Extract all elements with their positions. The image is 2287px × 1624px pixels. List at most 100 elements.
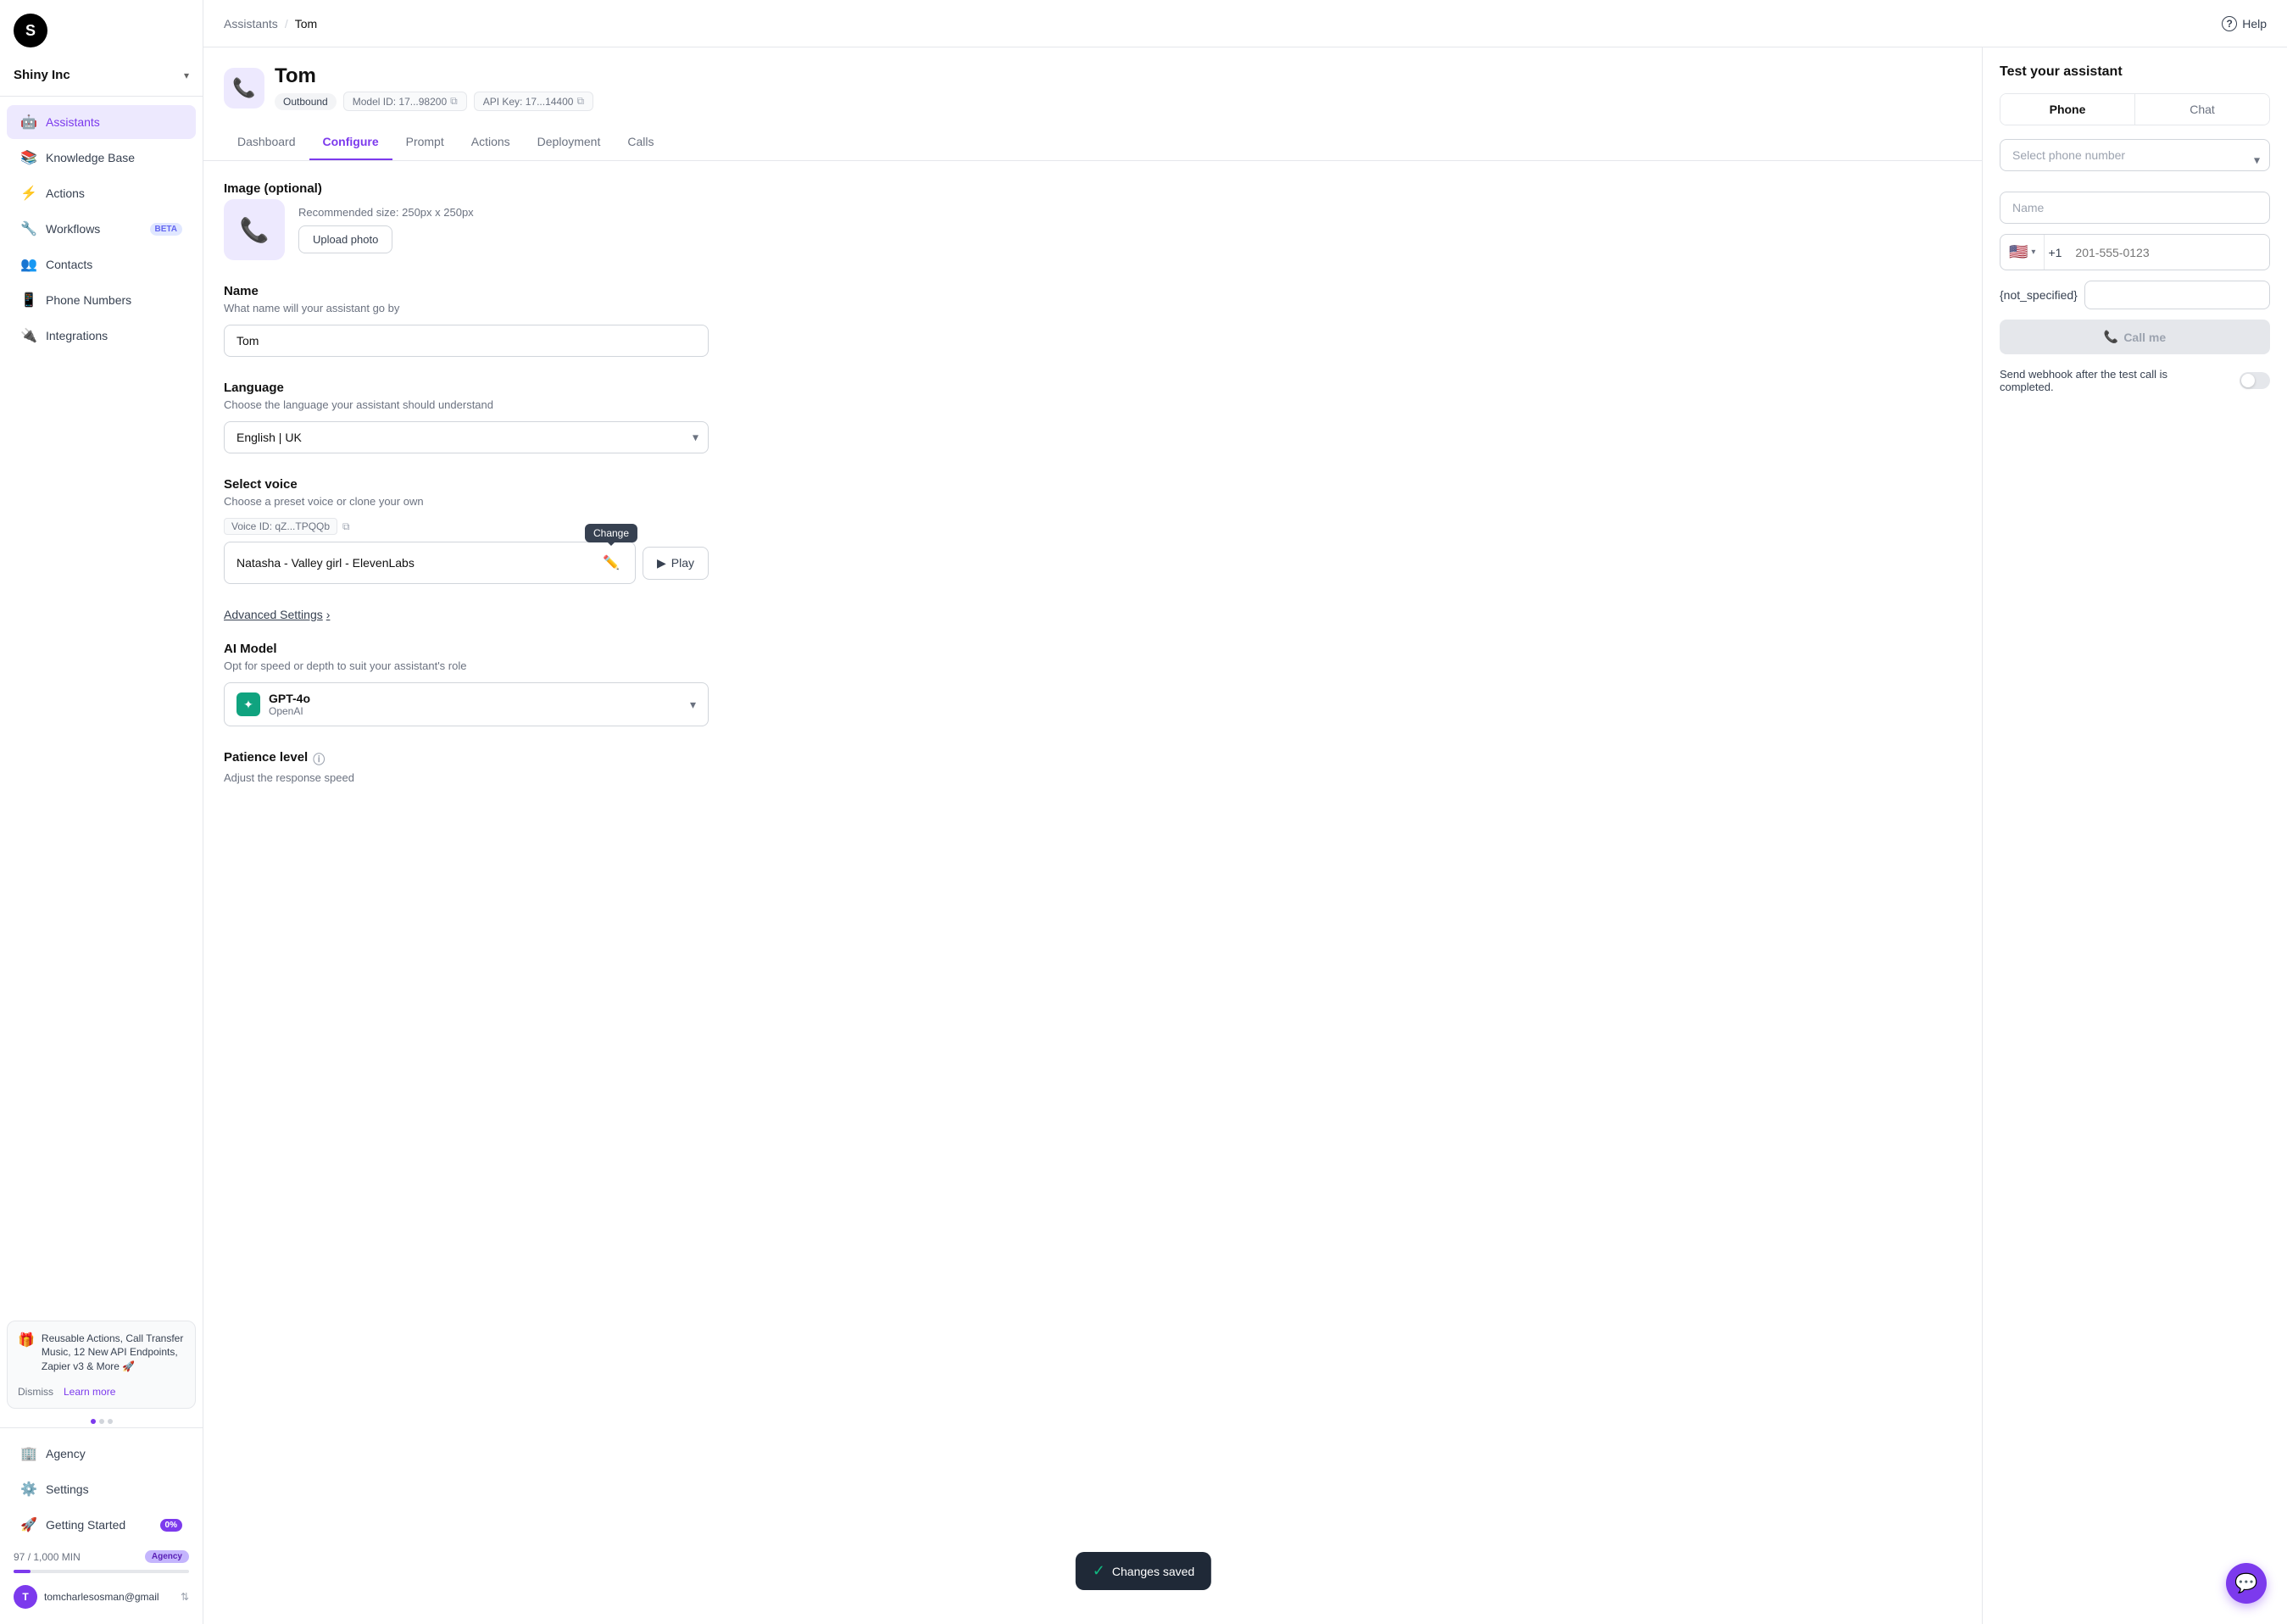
chat-bubble-button[interactable]: 💬 [2226, 1563, 2267, 1604]
sidebar-item-assistants[interactable]: 🤖 Assistants [7, 105, 196, 139]
tab-configure[interactable]: Configure [309, 125, 392, 160]
sidebar-item-label: Actions [46, 186, 85, 200]
promo-gift-icon: 🎁 [18, 1332, 35, 1349]
org-selector[interactable]: Shiny Inc ▾ [0, 61, 203, 97]
help-label: Help [2242, 17, 2267, 31]
phone-number-select[interactable]: Select phone number [2000, 139, 2270, 171]
sidebar-item-actions[interactable]: ⚡ Actions [7, 176, 196, 210]
sidebar-item-label: Knowledge Base [46, 151, 135, 164]
tabs: Dashboard Configure Prompt Actions Deplo… [224, 125, 1961, 160]
play-voice-button[interactable]: ▶ Play [643, 547, 709, 580]
sidebar-item-integrations[interactable]: 🔌 Integrations [7, 319, 196, 353]
sidebar-item-label: Getting Started [46, 1518, 125, 1532]
sidebar-item-label: Phone Numbers [46, 293, 131, 307]
ai-model-selector[interactable]: ✦ GPT-4o OpenAI ▾ [224, 682, 709, 726]
phone-number-row: 🇺🇸 ▾ +1 [2000, 234, 2270, 270]
tab-calls[interactable]: Calls [614, 125, 667, 160]
name-desc: What name will your assistant go by [224, 302, 709, 314]
assistant-info: Tom Outbound Model ID: 17...98200 ⧉ API … [275, 64, 593, 111]
image-upload-area: 📞 Recommended size: 250px x 250px Upload… [224, 199, 709, 260]
assistant-panel: 📞 Tom Outbound Model ID: 17...98200 ⧉ AP… [203, 47, 1982, 1624]
toast-check-icon: ✓ [1093, 1562, 1105, 1580]
phone-number-input[interactable] [2065, 237, 2269, 268]
sidebar-item-settings[interactable]: ⚙️ Settings [7, 1472, 196, 1506]
change-voice-button[interactable]: ✏️ [599, 551, 623, 575]
usage-row: 97 / 1,000 MIN Agency [0, 1543, 203, 1570]
tab-prompt[interactable]: Prompt [392, 125, 458, 160]
getting-started-icon: 🚀 [20, 1516, 37, 1533]
webhook-toggle[interactable] [2240, 372, 2270, 389]
ai-model-sub: OpenAI [269, 705, 310, 717]
phone-flag-selector[interactable]: 🇺🇸 ▾ [2000, 235, 2045, 270]
right-panel-title: Test your assistant [2000, 64, 2270, 80]
beta-badge: BETA [150, 223, 182, 236]
tab-dashboard[interactable]: Dashboard [224, 125, 309, 160]
sidebar-item-label: Agency [46, 1447, 86, 1460]
toast-message: Changes saved [1112, 1565, 1194, 1578]
voice-id-value: Voice ID: qZ...TPQQb [224, 518, 337, 535]
dot-1 [91, 1419, 96, 1424]
caller-name-input[interactable] [2000, 192, 2270, 224]
sidebar-item-label: Integrations [46, 329, 108, 342]
breadcrumb: Assistants / Tom [224, 17, 317, 31]
copy-voice-id-icon[interactable]: ⧉ [342, 520, 350, 533]
sidebar-item-workflows[interactable]: 🔧 Workflows BETA [7, 212, 196, 246]
copy-api-key-icon[interactable]: ⧉ [576, 95, 584, 108]
ai-model-title: AI Model [224, 642, 709, 656]
right-panel: Test your assistant Phone Chat Select ph… [1982, 47, 2287, 1624]
sidebar-item-getting-started[interactable]: 🚀 Getting Started 0% [7, 1508, 196, 1542]
sidebar-item-agency[interactable]: 🏢 Agency [7, 1437, 196, 1471]
voice-name-text: Natasha - Valley girl - ElevenLabs [236, 556, 415, 570]
ai-model-desc: Opt for speed or depth to suit your assi… [224, 659, 709, 672]
copy-model-id-icon[interactable]: ⧉ [450, 95, 458, 108]
tab-deployment[interactable]: Deployment [524, 125, 615, 160]
name-input[interactable] [224, 325, 709, 357]
phone-number-select-wrapper: Select phone number ▾ [2000, 139, 2270, 181]
promo-dismiss-btn[interactable]: Dismiss [18, 1386, 53, 1398]
sidebar-item-contacts[interactable]: 👥 Contacts [7, 247, 196, 281]
language-select[interactable]: English | UK [224, 421, 709, 453]
chevron-down-icon: ▾ [184, 70, 189, 81]
model-id-text: Model ID: 17...98200 [353, 96, 447, 108]
breadcrumb-separator: / [285, 17, 288, 31]
ai-model-chevron-icon: ▾ [690, 698, 696, 712]
breadcrumb-root[interactable]: Assistants [224, 17, 278, 31]
help-button[interactable]: ? Help [2222, 16, 2267, 31]
main-area: Assistants / Tom ? Help 📞 Tom Outbound [203, 0, 2287, 1624]
user-email: tomcharlesosman@gmail [44, 1591, 159, 1603]
patience-info-icon[interactable]: ⓘ [313, 751, 325, 768]
toast-notification: ✓ Changes saved [1076, 1552, 1211, 1590]
tab-actions[interactable]: Actions [458, 125, 524, 160]
flag-chevron-icon: ▾ [2031, 247, 2035, 257]
change-btn-wrapper: Change ✏️ [599, 551, 623, 575]
webhook-row: Send webhook after the test call is comp… [2000, 368, 2270, 393]
user-row[interactable]: T tomcharlesosman@gmail ⇅ [0, 1577, 203, 1617]
phone-tab[interactable]: Phone [2000, 94, 2135, 125]
sidebar-item-phone-numbers[interactable]: 📱 Phone Numbers [7, 283, 196, 317]
chat-tab[interactable]: Chat [2135, 94, 2269, 125]
model-id-item[interactable]: Model ID: 17...98200 ⧉ [343, 92, 467, 111]
call-me-button[interactable]: 📞 Call me [2000, 320, 2270, 354]
help-icon: ? [2222, 16, 2237, 31]
actions-icon: ⚡ [20, 185, 37, 202]
chevron-sort-icon: ⇅ [181, 1591, 189, 1603]
integrations-icon: 🔌 [20, 327, 37, 344]
promo-learn-more-btn[interactable]: Learn more [64, 1386, 115, 1398]
patience-desc: Adjust the response speed [224, 771, 709, 784]
sidebar-logo: S [0, 0, 203, 61]
upload-photo-button[interactable]: Upload photo [298, 225, 392, 253]
toggle-knob [2241, 374, 2255, 387]
voice-title: Select voice [224, 477, 709, 492]
gpt-icon: ✦ [236, 692, 260, 716]
not-specified-input[interactable] [2084, 281, 2270, 309]
knowledge-base-icon: 📚 [20, 149, 37, 166]
voice-name-box: Natasha - Valley girl - ElevenLabs Chang… [224, 542, 636, 584]
api-key-item[interactable]: API Key: 17...14400 ⧉ [474, 92, 593, 111]
ai-model-info: GPT-4o OpenAI [269, 692, 310, 717]
phone-call-icon: 📞 [2104, 330, 2118, 344]
sidebar-item-knowledge-base[interactable]: 📚 Knowledge Base [7, 141, 196, 175]
image-preview: 📞 [224, 199, 285, 260]
advanced-settings-toggle[interactable]: Advanced Settings › [224, 608, 709, 621]
advanced-settings-chevron-icon: › [326, 608, 331, 621]
ai-model-left: ✦ GPT-4o OpenAI [236, 692, 310, 717]
